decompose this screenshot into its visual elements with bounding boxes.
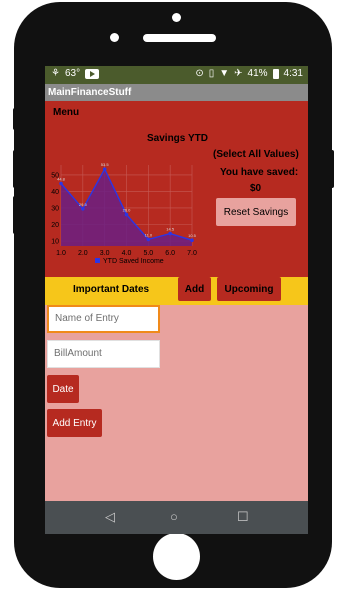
y-tick-label: 20: [51, 222, 59, 229]
data-point: [81, 207, 85, 211]
battery-percent: 41%: [247, 68, 268, 79]
status-bar: ⚘ 63° ⊙ ▯ ▼ ✈ 41% 4:31: [45, 66, 308, 84]
data-point: [190, 238, 194, 243]
add-entry-button[interactable]: Add Entry: [47, 409, 102, 437]
home-button[interactable]: [153, 533, 200, 580]
tab-add-button[interactable]: Add: [178, 277, 211, 301]
data-point: [146, 237, 151, 242]
vibrate-icon: ▯: [208, 68, 215, 79]
savings-chart[interactable]: 44.829.553.526.011.014.510.510203040501.…: [45, 159, 205, 277]
x-tick-label: 7.0: [187, 250, 197, 257]
y-tick-label: 50: [51, 172, 59, 179]
x-tick-label: 3.0: [100, 250, 110, 257]
data-label: 53.5: [101, 162, 110, 167]
temperature-text: 63°: [64, 68, 81, 79]
data-label: 26.0: [123, 208, 132, 213]
clock: 4:31: [283, 68, 303, 79]
network-icon: ⚘: [51, 68, 60, 79]
alarm-icon: ⊙: [195, 68, 204, 79]
home-circle-icon[interactable]: ○: [170, 509, 178, 524]
back-triangle-icon[interactable]: ◁: [105, 509, 115, 525]
y-tick-label: 10: [51, 239, 59, 246]
chart-title: Savings YTD: [147, 133, 208, 144]
name-of-entry-input[interactable]: Name of Entry: [47, 305, 160, 333]
x-tick-label: 6.0: [165, 250, 175, 257]
saved-amount: $0: [250, 183, 262, 194]
mute-switch: [13, 108, 18, 130]
volume-up-button: [13, 150, 18, 188]
volume-down-button: [13, 196, 18, 234]
youtube-icon: [85, 68, 100, 79]
wifi-icon: ▼: [219, 68, 230, 79]
legend-label: YTD Saved Income: [103, 258, 164, 265]
app-title-bar: MainFinanceStuff: [45, 84, 308, 101]
data-point: [124, 212, 129, 217]
y-tick-label: 40: [51, 189, 59, 196]
data-label: 14.5: [166, 227, 175, 232]
tab-upcoming-button[interactable]: Upcoming: [217, 277, 281, 301]
speaker-grill: [143, 34, 216, 42]
airplane-icon: ✈: [234, 68, 243, 79]
data-point: [102, 167, 107, 171]
y-tick-label: 30: [51, 205, 59, 212]
power-button: [329, 150, 334, 188]
x-tick-label: 1.0: [56, 250, 66, 257]
data-label: 11.0: [145, 232, 153, 237]
data-label: 29.5: [79, 202, 88, 207]
camera-dot: [110, 33, 119, 42]
date-button[interactable]: Date: [47, 375, 79, 403]
data-point: [168, 231, 172, 236]
x-tick-label: 5.0: [143, 250, 153, 257]
legend-swatch: [95, 258, 100, 263]
battery-icon: [272, 68, 279, 79]
tab-important-dates[interactable]: Important Dates: [73, 284, 149, 295]
saved-label: You have saved:: [220, 167, 299, 178]
data-point: [59, 181, 63, 186]
speaker-dot: [172, 13, 181, 22]
screen: ⚘ 63° ⊙ ▯ ▼ ✈ 41% 4:31 MainFinanceStuff …: [45, 66, 308, 534]
x-tick-label: 2.0: [78, 250, 88, 257]
menu-button[interactable]: Menu: [53, 107, 79, 118]
data-label: 10.5: [188, 233, 197, 238]
recents-square-icon[interactable]: ☐: [237, 509, 249, 525]
bill-amount-input[interactable]: BillAmount: [47, 340, 160, 368]
select-all-values[interactable]: (Select All Values): [213, 149, 299, 160]
x-tick-label: 4.0: [122, 250, 132, 257]
android-nav-bar: ◁ ○ ☐: [45, 501, 308, 534]
reset-savings-button[interactable]: Reset Savings: [216, 198, 296, 226]
